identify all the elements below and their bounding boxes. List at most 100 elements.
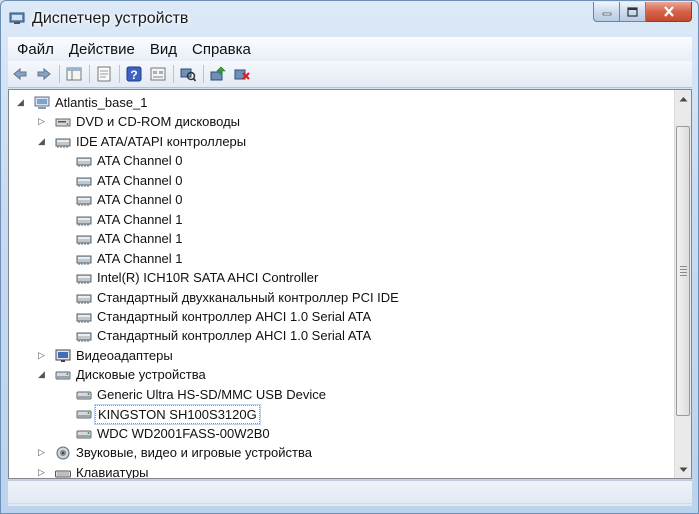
expanded-arrow-icon[interactable]: ◢ (37, 136, 46, 146)
tree-item-label: ATA Channel 1 (97, 231, 183, 247)
view-icon (150, 67, 166, 81)
status-bar (8, 480, 692, 506)
collapsed-arrow-icon[interactable]: ▷ (37, 467, 46, 477)
device-manager-window: Диспетчер устройств Файл Действие Вид Сп… (0, 0, 699, 514)
tree-row[interactable]: ATA Channel 0 (9, 151, 676, 170)
menu-view[interactable]: Вид (149, 40, 178, 59)
toolbar-separator (173, 65, 174, 83)
ide-controller-icon (76, 274, 92, 285)
tree-row[interactable]: ◢ Atlantis_base_1 (9, 93, 676, 112)
tree-row[interactable]: ▷ Видеоадаптеры (9, 346, 676, 365)
help-button[interactable]: ? (125, 65, 143, 83)
scroll-down-button[interactable] (675, 461, 691, 478)
ide-controller-icon (76, 255, 92, 265)
tree-item-label: ATA Channel 0 (97, 172, 183, 188)
toolbar-separator (59, 65, 60, 83)
vertical-scrollbar[interactable] (674, 90, 691, 478)
title-bar[interactable]: Диспетчер устройств (1, 1, 698, 35)
menu-action[interactable]: Действие (68, 40, 136, 59)
tree-row[interactable]: WDC WD2001FASS-00W2B0 (9, 424, 676, 443)
collapsed-arrow-icon[interactable]: ▷ (37, 350, 46, 360)
tree-item-label: Звуковые, видео и игровые устройства (76, 445, 312, 461)
tree-row[interactable]: Стандартный контроллер AHCI 1.0 Serial A… (9, 307, 676, 326)
back-button[interactable] (11, 65, 29, 83)
ide-controller-icon (76, 216, 92, 226)
scroll-grip (680, 266, 687, 267)
collapsed-arrow-icon[interactable]: ▷ (37, 117, 46, 126)
maximize-button[interactable] (620, 2, 646, 22)
scroll-thumb[interactable] (676, 126, 690, 416)
toolbar: ? (8, 61, 692, 88)
collapsed-arrow-icon[interactable]: ▷ (37, 448, 46, 457)
device-tree-pane: ◢ Atlantis_base_1 ▷ DVD и CD-ROM дисководы ◢… (8, 89, 692, 479)
tree-item-label: Клавиатуры (76, 464, 149, 479)
tree-item-label: Видеоадаптеры (76, 347, 173, 363)
keyboard-icon (55, 470, 71, 478)
tree-item-label: Стандартный контроллер AHCI 1.0 Serial A… (97, 308, 372, 324)
ide-controller-icon (76, 332, 92, 343)
display-adapter-icon (55, 349, 71, 362)
speaker-icon (56, 446, 70, 460)
expanded-arrow-icon[interactable]: ◢ (16, 98, 25, 107)
tree-row[interactable]: ATA Channel 0 (9, 190, 676, 209)
view-button[interactable] (149, 65, 167, 83)
disk-drive-icon (55, 371, 71, 380)
tree-row[interactable]: ATA Channel 1 (9, 210, 676, 229)
dvd-drive-icon (55, 118, 71, 127)
tree-item-label: Стандартный двухканальный контроллер PCI… (97, 289, 399, 305)
scroll-up-icon (679, 96, 687, 101)
ide-controller-icon (55, 138, 71, 148)
disk-drive-icon (76, 391, 92, 400)
tree-item-label: KINGSTON SH100S3120G (94, 404, 261, 426)
scroll-grip (680, 272, 687, 273)
tree-row[interactable]: ▷ Клавиатуры (9, 463, 676, 479)
show-hide-tree-icon (66, 67, 82, 81)
tree-row[interactable]: ▷ Звуковые, видео и игровые устройства (9, 443, 676, 462)
help-icon: ? (126, 66, 142, 82)
tree-row[interactable]: ◢ Дисковые устройства (9, 365, 676, 384)
tree-row[interactable]: ATA Channel 1 (9, 229, 676, 248)
disk-drive-icon (76, 430, 92, 439)
scan-hardware-button[interactable] (179, 65, 197, 83)
update-driver-button[interactable] (209, 65, 227, 83)
uninstall-icon (234, 69, 250, 80)
close-button[interactable] (646, 2, 692, 22)
menu-bar: Файл Действие Вид Справка (8, 37, 692, 61)
expanded-arrow-icon[interactable]: ◢ (37, 370, 46, 379)
tree-item-label: IDE ATA/ATAPI контроллеры (76, 133, 247, 149)
menu-help[interactable]: Справка (191, 40, 252, 59)
maximize-icon (627, 6, 638, 17)
tree-item-label: Atlantis_base_1 (55, 95, 148, 110)
ide-controller-icon (76, 196, 92, 207)
forward-icon (37, 67, 51, 81)
tree-row[interactable]: ATA Channel 1 (9, 249, 676, 268)
tree-item-label: ATA Channel 1 (97, 211, 183, 227)
show-hide-tree-button[interactable] (65, 65, 83, 83)
tree-item-label: Intel(R) ICH10R SATA AHCI Controller (97, 270, 319, 286)
toolbar-separator (203, 65, 204, 83)
menu-file[interactable]: Файл (16, 40, 55, 59)
tree-row[interactable]: Стандартный двухканальный контроллер PCI… (9, 288, 676, 307)
tree-item-label: Дисковые устройства (76, 367, 206, 383)
tree-row[interactable]: KINGSTON SH100S3120G (9, 404, 676, 426)
tree-item-label: ATA Channel 1 (97, 250, 183, 266)
properties-button[interactable] (95, 65, 113, 83)
tree-row[interactable]: Стандартный контроллер AHCI 1.0 Serial A… (9, 326, 676, 345)
scroll-up-button[interactable] (675, 90, 691, 107)
tree-row[interactable]: ▷ DVD и CD-ROM дисководы (9, 112, 676, 131)
forward-button[interactable] (35, 65, 53, 83)
tree-row[interactable]: ◢ IDE ATA/ATAPI контроллеры (9, 132, 676, 151)
tree-item-label: WDC WD2001FASS-00W2B0 (97, 425, 270, 441)
tree-row[interactable]: Generic Ultra HS-SD/MMC USB Device (9, 385, 676, 404)
ide-controller-icon (76, 157, 92, 168)
status-divider (8, 503, 692, 504)
tree-row[interactable]: Intel(R) ICH10R SATA AHCI Controller (9, 268, 676, 287)
ide-controller-icon (76, 313, 92, 323)
uninstall-button[interactable] (233, 65, 251, 83)
caption-buttons (593, 2, 692, 22)
tree-row[interactable]: ATA Channel 0 (9, 171, 676, 190)
close-icon (663, 6, 674, 17)
minimize-button[interactable] (593, 2, 620, 22)
toolbar-separator (89, 65, 90, 83)
tree-item-label: Generic Ultra HS-SD/MMC USB Device (97, 386, 326, 402)
